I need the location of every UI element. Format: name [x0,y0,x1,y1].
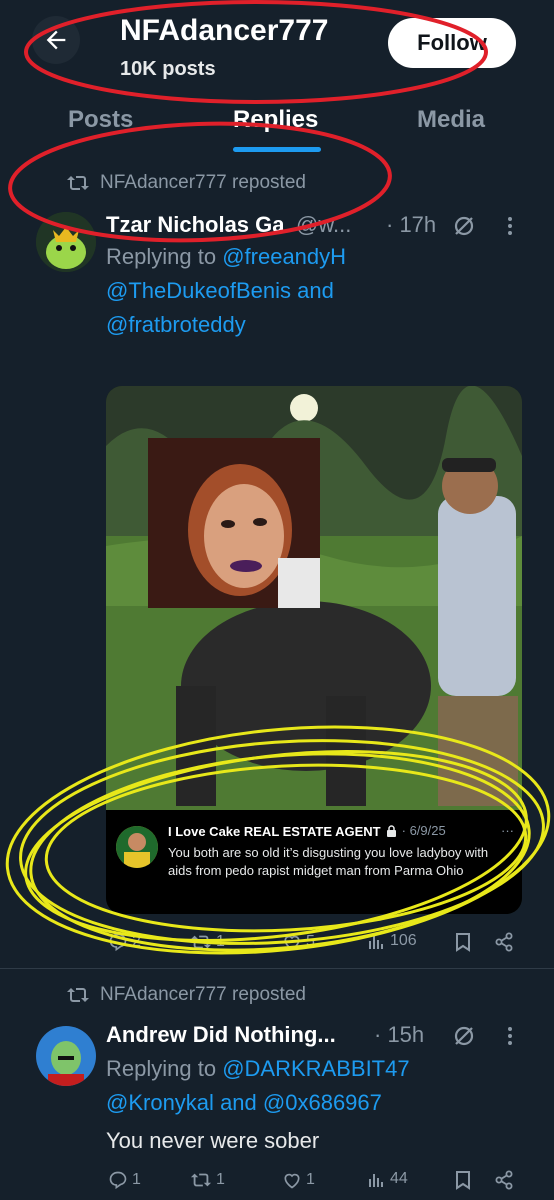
views-icon [369,1174,383,1187]
post-time: · 17h [386,212,437,237]
quote-author-name[interactable]: I Love Cake REAL ESTATE AGENT [168,824,381,839]
reply-count: 1 [132,1171,141,1188]
reply-count: 2 [132,933,141,950]
like-icon [284,935,300,951]
tab-replies[interactable]: Replies [233,106,318,134]
avatar-image [36,212,96,272]
post-divider [0,968,554,969]
repost-label: NFAdancer777 reposted [66,984,306,1006]
profile-name: NFAdancer777 [120,14,329,47]
share-icon[interactable] [494,932,514,952]
replying-prefix: Replying to [106,1056,217,1081]
post-time: · 15h [374,1022,425,1047]
view-count: 44 [390,1170,408,1187]
quote-date: · 6/9/25 [401,823,446,838]
like-count: 1 [306,1171,315,1188]
views-icon [369,936,383,949]
reply-handle-link[interactable]: @Kronykal [106,1090,214,1115]
face-photo [148,438,320,608]
tab-media[interactable]: Media [417,106,485,134]
repost-button[interactable]: 1 [190,932,225,952]
like-count: 5 [306,933,315,950]
views-button[interactable]: 44 [368,1170,408,1188]
retweet-icon [67,988,89,1002]
author-handle[interactable]: @w... [296,212,351,238]
like-button[interactable]: 1 [282,1170,315,1190]
more-icon[interactable] [504,214,516,238]
repost-label: NFAdancer777 reposted [66,172,306,194]
active-tab-indicator [233,147,321,152]
grok-icon[interactable] [452,1024,476,1048]
avatar[interactable] [36,1026,96,1086]
reply-handle-link[interactable]: @DARKRABBIT47 [222,1056,409,1081]
retweet-icon [67,176,89,190]
author-name[interactable]: Tzar Nicholas Ga [106,212,285,238]
bookmark-icon[interactable] [454,932,472,952]
back-arrow-icon [46,30,66,50]
repost-text: NFAdancer777 reposted [100,984,306,1005]
repost-count: 1 [216,1171,225,1188]
tab-posts[interactable]: Posts [68,106,133,134]
reply-handle-link[interactable]: @fratbroteddy [106,312,246,337]
avatar[interactable] [36,212,96,272]
post-text: You never were sober [106,1128,320,1153]
quote-avatar[interactable] [116,826,158,868]
reply-handle-link[interactable]: @freeandyH [222,244,346,269]
grok-icon[interactable] [452,214,476,238]
back-button[interactable] [32,16,80,64]
reply-handle-link[interactable]: @0x686967 [263,1090,382,1115]
view-count: 106 [390,932,417,949]
lock-icon [386,825,396,837]
like-icon [284,1173,300,1189]
quote-more-icon[interactable]: ··· [501,822,514,840]
repost-count: 1 [216,933,225,950]
more-icon[interactable] [504,1024,516,1048]
reply-button[interactable]: 1 [108,1170,141,1190]
reply-and: and [220,1090,257,1115]
repost-text: NFAdancer777 reposted [100,172,306,193]
replying-to: Replying to @freeandyH @TheDukeofBenis a… [106,240,526,342]
reply-button[interactable]: 2 [108,932,141,952]
views-button[interactable]: 106 [368,932,417,950]
like-button[interactable]: 5 [282,932,315,952]
reply-and: and [297,278,334,303]
reply-handle-link[interactable]: @TheDukeofBenis [106,278,291,303]
quote-header: I Love Cake REAL ESTATE AGENT · 6/9/25 ·… [168,822,514,840]
reply-icon [109,1171,127,1190]
share-icon[interactable] [494,1170,514,1190]
retweet-icon [190,1173,212,1187]
reply-icon [109,933,127,952]
replying-prefix: Replying to [106,244,217,269]
quote-text: You both are so old it’s disgusting you … [168,845,489,878]
author-name[interactable]: Andrew Did Nothing... [106,1022,336,1048]
bookmark-icon[interactable] [454,1170,472,1190]
replying-to: Replying to @DARKRABBIT47 @Kronykal and … [106,1052,526,1120]
avatar-image [36,1026,96,1086]
retweet-icon [190,935,212,949]
repost-button[interactable]: 1 [190,1170,225,1190]
quoted-post[interactable]: I Love Cake REAL ESTATE AGENT · 6/9/25 ·… [106,810,522,914]
follow-button[interactable]: Follow [388,18,516,68]
post-count: 10K posts [120,58,216,80]
